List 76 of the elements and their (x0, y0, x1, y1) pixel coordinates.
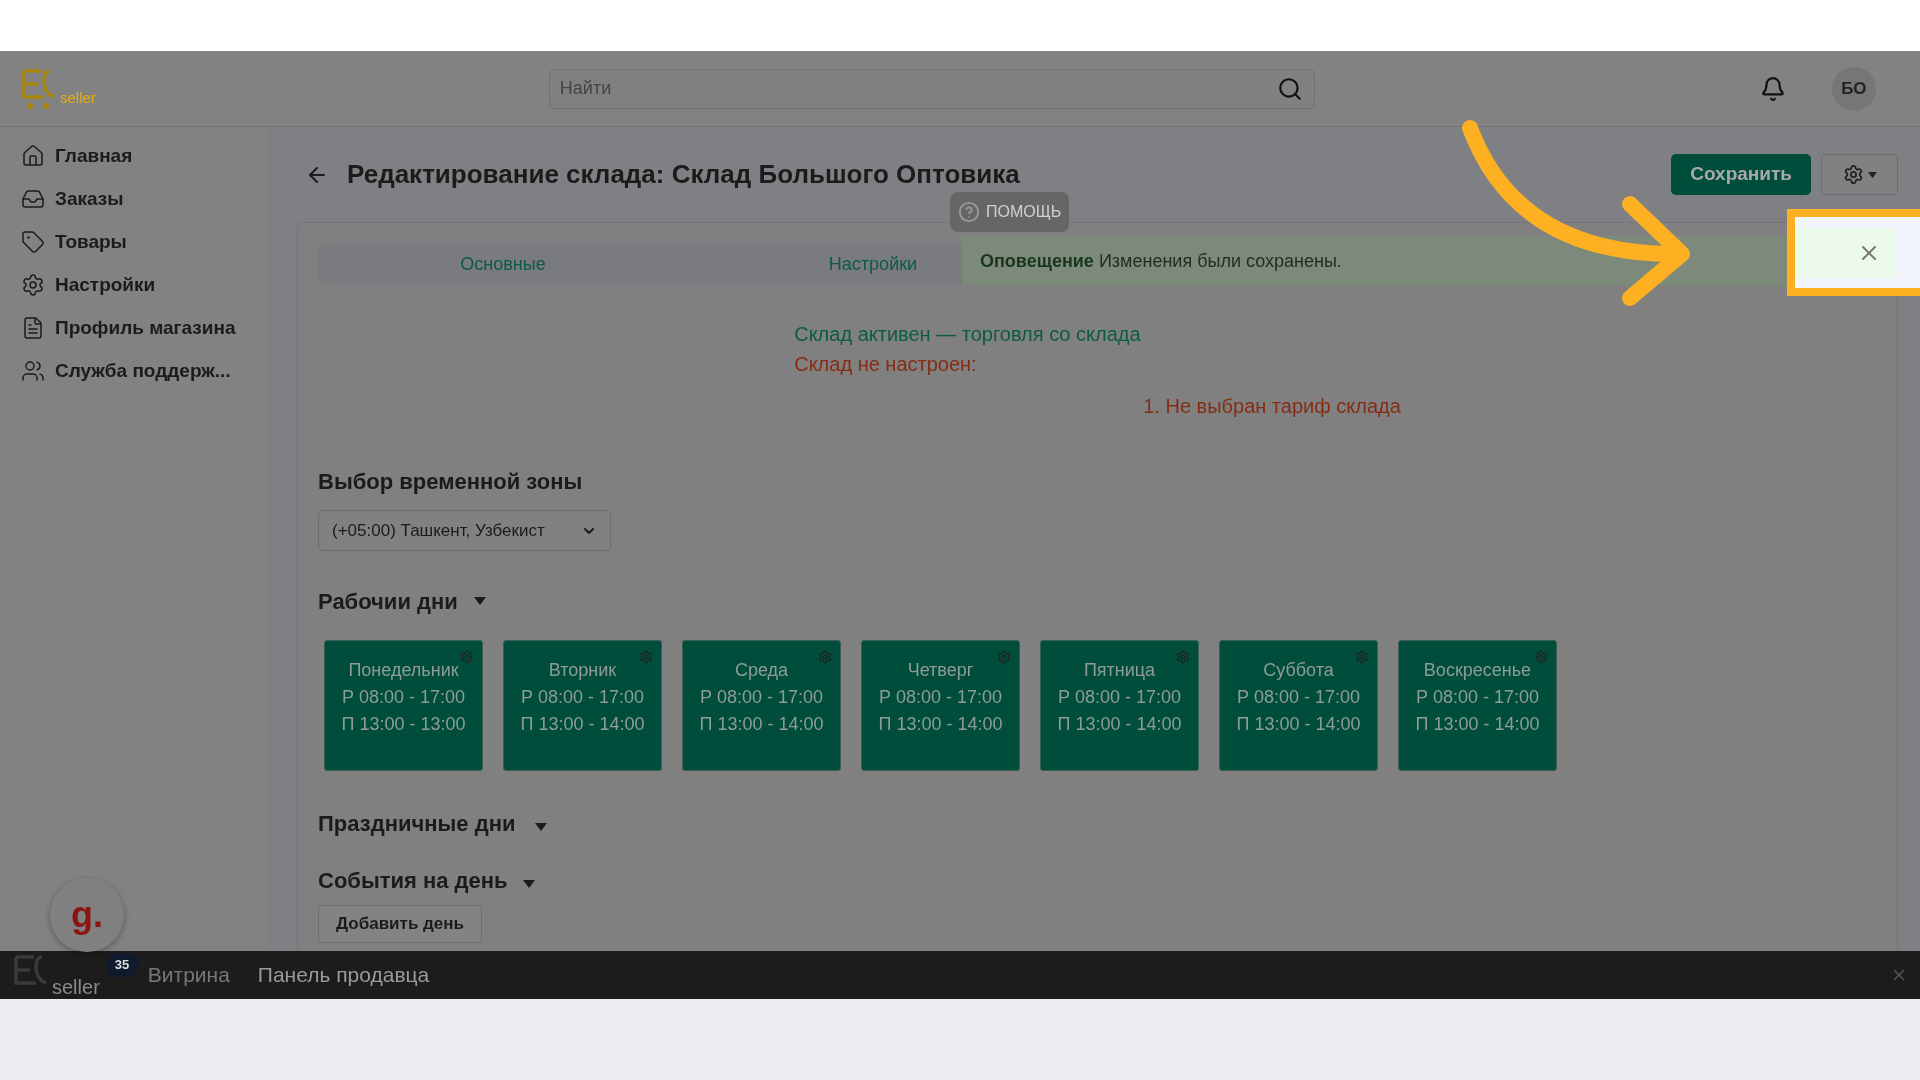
bottom-link[interactable]: Витрина (147, 959, 230, 991)
search-icon[interactable] (1276, 75, 1303, 102)
day-card[interactable]: Пятница Р 08:00 - 17:00 П 13:00 - 14:00 (1040, 640, 1199, 771)
document-icon (21, 316, 45, 340)
break-hours: П 13:00 - 14:00 (878, 713, 1003, 736)
logo-text: seller (52, 977, 100, 997)
work-hours: Р 08:00 - 17:00 (1057, 686, 1182, 709)
timezone-select[interactable]: (+05:00) Ташкент, Узбекист (318, 510, 611, 551)
search-field[interactable]: Найти (548, 68, 1315, 109)
break-hours: П 13:00 - 14:00 (1057, 713, 1182, 736)
tag-icon (21, 230, 45, 254)
day-card[interactable]: Четверг Р 08:00 - 17:00 П 13:00 - 14:00 (861, 640, 1020, 771)
caret-icon (1867, 171, 1877, 178)
gear-icon[interactable] (460, 650, 474, 664)
logo-text: seller (60, 89, 96, 105)
day-name: Суббота (1263, 659, 1334, 682)
day-card[interactable]: Среда Р 08:00 - 17:00 П 13:00 - 14:00 (682, 640, 841, 771)
sidebar-item[interactable]: Заказы (21, 186, 267, 212)
day-name: Четверг (907, 659, 974, 682)
day-name: Среда (734, 659, 789, 682)
gear-icon[interactable] (1176, 650, 1190, 664)
gear-icon[interactable] (1355, 650, 1369, 664)
caret-icon (523, 880, 535, 888)
collapsible-heading[interactable]: Праздничные дни (318, 807, 1877, 840)
day-card[interactable]: Воскресенье Р 08:00 - 17:00 П 13:00 - 14:00 (1398, 640, 1557, 771)
save-button[interactable]: Сохранить (1671, 154, 1811, 195)
help-icon (958, 201, 980, 223)
work-hours: Р 08:00 - 17:00 (341, 686, 466, 709)
house-icon (21, 144, 45, 168)
work-hours: Р 08:00 - 17:00 (699, 686, 824, 709)
sidebar-item[interactable]: Главная (21, 143, 267, 169)
gear-icon[interactable] (997, 650, 1011, 664)
sidebar-item[interactable]: Настройки (21, 272, 267, 298)
break-hours: П 13:00 - 14:00 (520, 713, 645, 736)
status-text: Склад активен — торговля со склада (794, 322, 1142, 347)
user-avatar[interactable]: БО (1831, 66, 1876, 111)
sidebar-item[interactable]: Служба поддерж... (21, 358, 267, 384)
work-hours: Р 08:00 - 17:00 (1236, 686, 1361, 709)
caret-icon (474, 597, 486, 605)
add-day-button[interactable]: Добавить день (318, 905, 483, 943)
work-hours: Р 08:00 - 17:00 (878, 686, 1003, 709)
day-card[interactable]: Понедельник Р 08:00 - 17:00 П 13:00 - 13:00 (324, 640, 483, 771)
warning-item: 1. Не выбран тариф склада (1143, 394, 1401, 419)
day-name: Вторник (548, 659, 617, 682)
gear-icon[interactable] (818, 650, 832, 664)
people-icon (21, 359, 45, 383)
break-hours: П 13:00 - 14:00 (1236, 713, 1361, 736)
gear-icon (1842, 164, 1864, 185)
sidebar-item[interactable]: Профиль магазина (21, 315, 267, 341)
help-button[interactable]: ПОМОЩЬ (950, 192, 1070, 232)
work-hours: Р 08:00 - 17:00 (520, 686, 645, 709)
collapsible-heading[interactable]: Рабочии дни (318, 585, 1877, 618)
day-name: Пятница (1083, 659, 1156, 682)
collapsible-heading[interactable]: События на день (318, 864, 1877, 897)
break-hours: П 13:00 - 14:00 (699, 713, 824, 736)
work-hours: Р 08:00 - 17:00 (1415, 686, 1540, 709)
day-card[interactable]: Вторник Р 08:00 - 17:00 П 13:00 - 14:00 (503, 640, 662, 771)
page-title: Редактирование склада: Склад Большого Оптовика (347, 158, 1020, 191)
section-heading: Выбор временной зоны (318, 468, 584, 496)
day-name: Воскресенье (1423, 659, 1532, 682)
day-name: Понедельник (348, 659, 459, 682)
bottom-link[interactable]: Панель продавца (257, 959, 430, 991)
logo[interactable]: seller (12, 953, 100, 997)
gear-icon[interactable] (1534, 650, 1548, 664)
day-card[interactable]: Суббота Р 08:00 - 17:00 П 13:00 - 14:00 (1219, 640, 1378, 771)
gear-icon (21, 273, 45, 297)
break-hours: П 13:00 - 13:00 (341, 713, 466, 736)
settings-dropdown-button[interactable] (1821, 154, 1898, 195)
bell-icon[interactable] (1759, 75, 1786, 102)
gear-icon[interactable] (639, 650, 653, 664)
toast-message: Оповещение Изменения были сохранены. (980, 249, 1342, 273)
sidebar-item[interactable]: Товары (21, 229, 267, 255)
warning-text: Склад не настроен: (794, 352, 978, 377)
break-hours: П 13:00 - 14:00 (1415, 713, 1540, 736)
caret-icon (535, 823, 547, 831)
tray-icon (21, 187, 45, 211)
